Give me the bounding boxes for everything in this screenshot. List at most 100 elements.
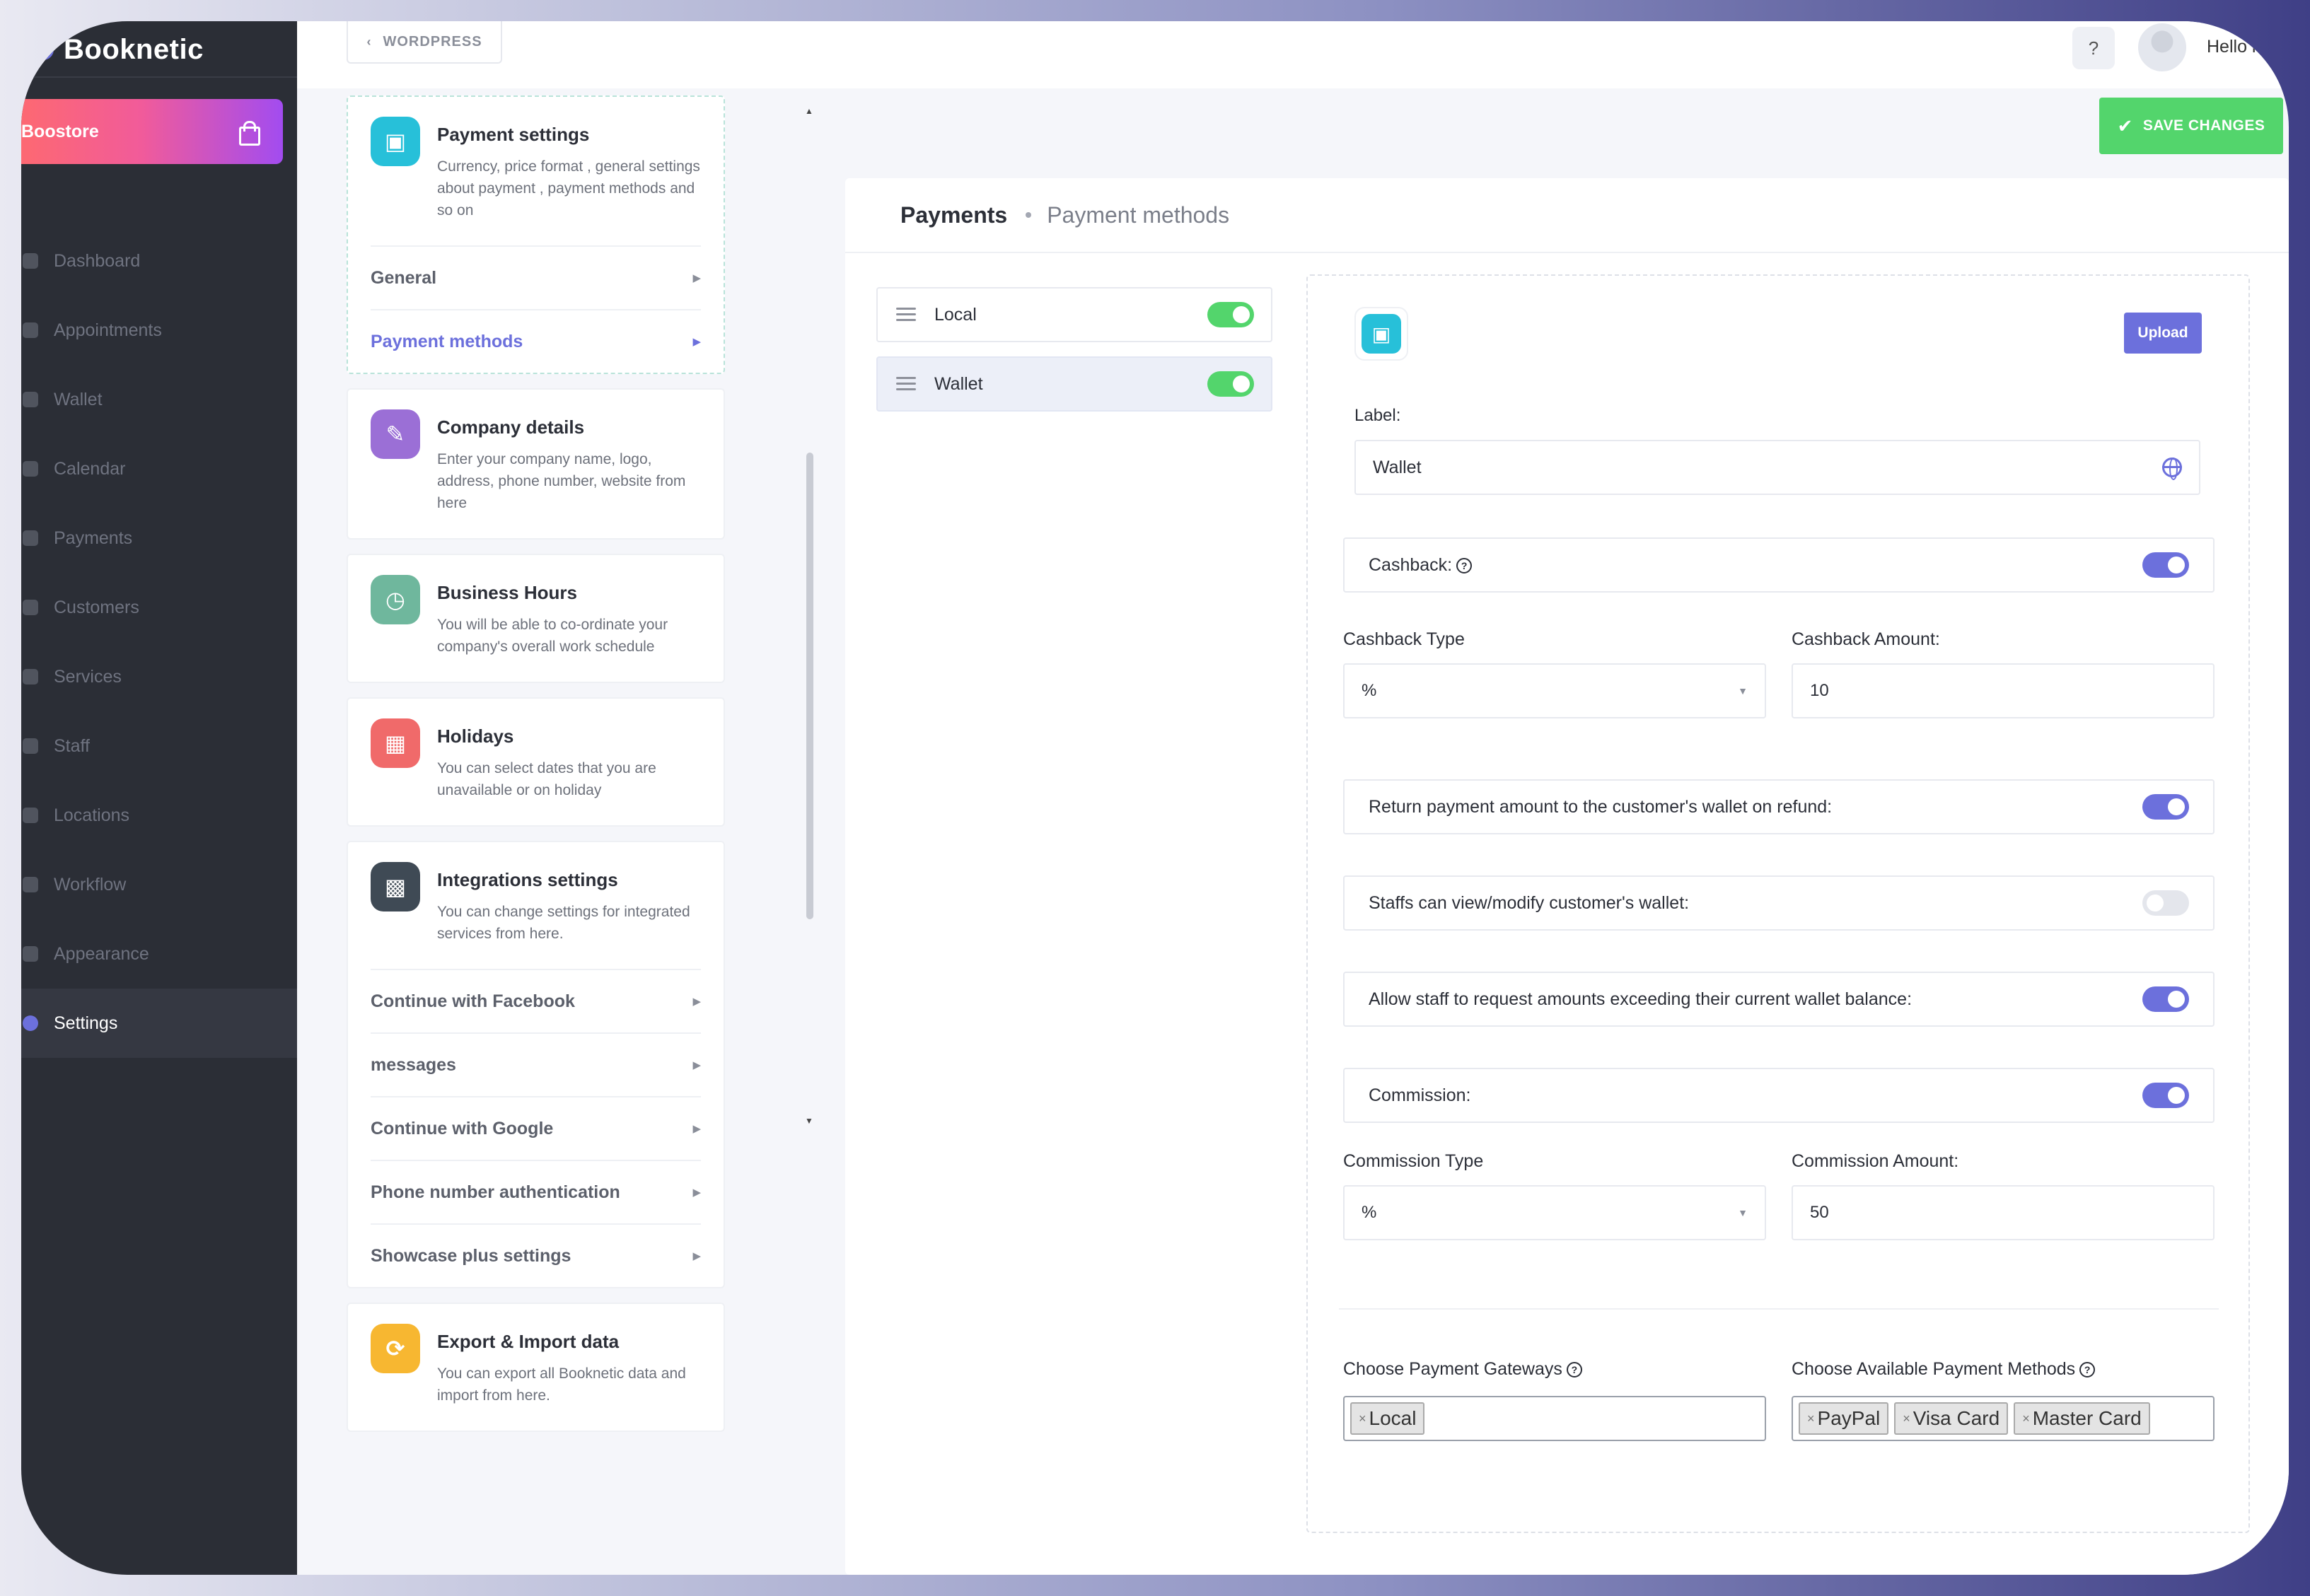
cashback-row: Cashback:? (1343, 537, 2215, 593)
sidebar-item-label: Dashboard (54, 250, 141, 271)
help-circle-icon[interactable]: ? (1456, 557, 1473, 573)
staff-view-wallet-toggle[interactable] (2142, 890, 2189, 916)
scroll-up-arrow-icon[interactable]: ▲ (805, 106, 813, 116)
refund-to-wallet-toggle[interactable] (2142, 794, 2189, 820)
method-item-local[interactable]: Local (876, 287, 1272, 342)
label-field-caption: Label: (1354, 406, 1401, 425)
method-tag[interactable]: × PayPal (1799, 1402, 1889, 1435)
card-company-details[interactable]: ✎ Company details Enter your company nam… (347, 388, 725, 540)
sub-item-label: Phone number authentication (371, 1182, 620, 1202)
commission-row: Commission: (1343, 1068, 2215, 1123)
drag-handle-icon[interactable] (896, 308, 916, 322)
card-payment-settings[interactable]: ▣ Payment settings Currency, price forma… (347, 95, 725, 374)
save-changes-label: SAVE CHANGES (2142, 117, 2265, 134)
card-export-import[interactable]: ⟳ Export & Import data You can export al… (347, 1303, 725, 1432)
commission-type-select[interactable]: % ▼ (1343, 1185, 1766, 1240)
clock-icon: ◷ (371, 575, 420, 624)
sidebar-item-wallet[interactable]: Wallet (21, 365, 297, 434)
wordpress-back-button[interactable]: ‹ WORDPRESS (347, 21, 502, 64)
sidebar-item-calendar[interactable]: Calendar (21, 434, 297, 503)
card-description: You can change settings for integrated s… (437, 904, 690, 942)
wordpress-back-label: WORDPRESS (383, 33, 482, 49)
brand-logo[interactable]: Booknetic (33, 21, 204, 78)
scrollbar-thumb[interactable] (806, 453, 813, 919)
sidebar-item-locations[interactable]: Locations (21, 781, 297, 850)
user-greeting[interactable]: Hello rcm (2207, 37, 2282, 57)
method-item-wallet[interactable]: Wallet (876, 356, 1272, 412)
wallet-icon: ▣ (371, 117, 420, 166)
cashback-type-label: Cashback Type (1343, 629, 1465, 649)
upload-button[interactable]: Upload (2124, 313, 2202, 354)
available-methods-label-text: Choose Available Payment Methods (1792, 1359, 2076, 1379)
card-holidays[interactable]: ▦ Holidays You can select dates that you… (347, 697, 725, 827)
sub-item-phone-auth[interactable]: Phone number authentication ▶ (371, 1160, 701, 1223)
form-divider (1339, 1308, 2219, 1310)
help-circle-icon[interactable]: ? (1566, 1362, 1582, 1378)
sidebar-item-settings[interactable]: Settings (21, 989, 297, 1058)
sidebar-item-label: Workflow (54, 874, 127, 895)
sub-item-general[interactable]: General ▶ (371, 245, 701, 309)
caret-right-icon: ▶ (692, 1250, 701, 1262)
brand-divider (21, 76, 297, 78)
shopping-bag-icon (238, 120, 260, 146)
cashback-toggle[interactable] (2142, 552, 2189, 578)
sidebar-item-appointments[interactable]: Appointments (21, 296, 297, 365)
drag-handle-icon[interactable] (896, 377, 916, 391)
available-methods-multiselect[interactable]: × PayPal × Visa Card × Master Card (1792, 1396, 2215, 1441)
gateway-tag[interactable]: × Local (1350, 1402, 1425, 1435)
breadcrumb-parent[interactable]: Payments (900, 202, 1007, 228)
help-button[interactable]: ? (2072, 27, 2115, 69)
remove-tag-icon[interactable]: × (1807, 1411, 1815, 1426)
remove-tag-icon[interactable]: × (1359, 1411, 1366, 1426)
sub-item-label: General (371, 267, 437, 288)
cashback-type-select[interactable]: % ▼ (1343, 663, 1766, 718)
caret-right-icon: ▶ (692, 1123, 701, 1135)
commission-amount-input[interactable]: 50 (1792, 1185, 2215, 1240)
sidebar-item-appearance[interactable]: Appearance (21, 919, 297, 989)
label-input[interactable]: Wallet (1354, 440, 2200, 495)
gateways-label: Choose Payment Gateways? (1343, 1359, 1582, 1380)
avatar[interactable] (2136, 21, 2188, 74)
sidebar-item-dashboard[interactable]: Dashboard (21, 226, 297, 296)
scroll-down-arrow-icon[interactable]: ▼ (805, 1116, 813, 1126)
sidebar-item-staff[interactable]: Staff (21, 711, 297, 781)
card-business-hours[interactable]: ◷ Business Hours You will be able to co-… (347, 554, 725, 683)
sub-item-google[interactable]: Continue with Google ▶ (371, 1096, 701, 1160)
services-icon (23, 669, 38, 685)
method-tag[interactable]: × Master Card (2014, 1402, 2150, 1435)
cashback-type-value: % (1362, 681, 1377, 700)
sub-item-messages[interactable]: messages ▶ (371, 1032, 701, 1096)
sidebar-item-services[interactable]: Services (21, 642, 297, 711)
cashback-amount-input[interactable]: 10 (1792, 663, 2215, 718)
commission-toggle[interactable] (2142, 1083, 2189, 1108)
question-icon: ? (2088, 37, 2099, 59)
caret-right-icon: ▶ (692, 1187, 701, 1199)
exceed-balance-toggle[interactable] (2142, 986, 2189, 1012)
sub-item-payment-methods[interactable]: Payment methods ▶ (371, 309, 701, 373)
sub-item-label: messages (371, 1054, 456, 1075)
card-integrations-settings[interactable]: ▩ Integrations settings You can change s… (347, 841, 725, 1288)
method-tag[interactable]: × Visa Card (1894, 1402, 2009, 1435)
customers-icon (23, 600, 38, 615)
method-toggle-local[interactable] (1207, 302, 1254, 327)
sub-item-showcase-plus[interactable]: Showcase plus settings ▶ (371, 1223, 701, 1287)
sync-icon: ⟳ (371, 1324, 420, 1373)
brush-icon (23, 946, 38, 962)
save-changes-button[interactable]: ✔ SAVE CHANGES (2099, 98, 2283, 154)
method-toggle-wallet[interactable] (1207, 371, 1254, 397)
sub-item-label: Continue with Google (371, 1118, 554, 1138)
sidebar-item-workflow[interactable]: Workflow (21, 850, 297, 919)
globe-icon[interactable] (2162, 458, 2182, 480)
help-circle-icon[interactable]: ? (2079, 1362, 2096, 1378)
sidebar-item-customers[interactable]: Customers (21, 573, 297, 642)
sidebar-item-label: Locations (54, 805, 130, 825)
sidebar-item-payments[interactable]: Payments (21, 503, 297, 573)
card-description: You can export all Booknetic data and im… (437, 1365, 686, 1404)
top-bar: ‹ WORDPRESS ? Hello rcm (297, 21, 2289, 88)
chevron-left-icon: ‹ (366, 34, 372, 49)
gateways-multiselect[interactable]: × Local (1343, 1396, 1766, 1441)
remove-tag-icon[interactable]: × (2022, 1411, 2030, 1426)
sub-item-facebook[interactable]: Continue with Facebook ▶ (371, 969, 701, 1032)
remove-tag-icon[interactable]: × (1903, 1411, 1910, 1426)
boostore-button[interactable]: Boostore (21, 99, 283, 164)
